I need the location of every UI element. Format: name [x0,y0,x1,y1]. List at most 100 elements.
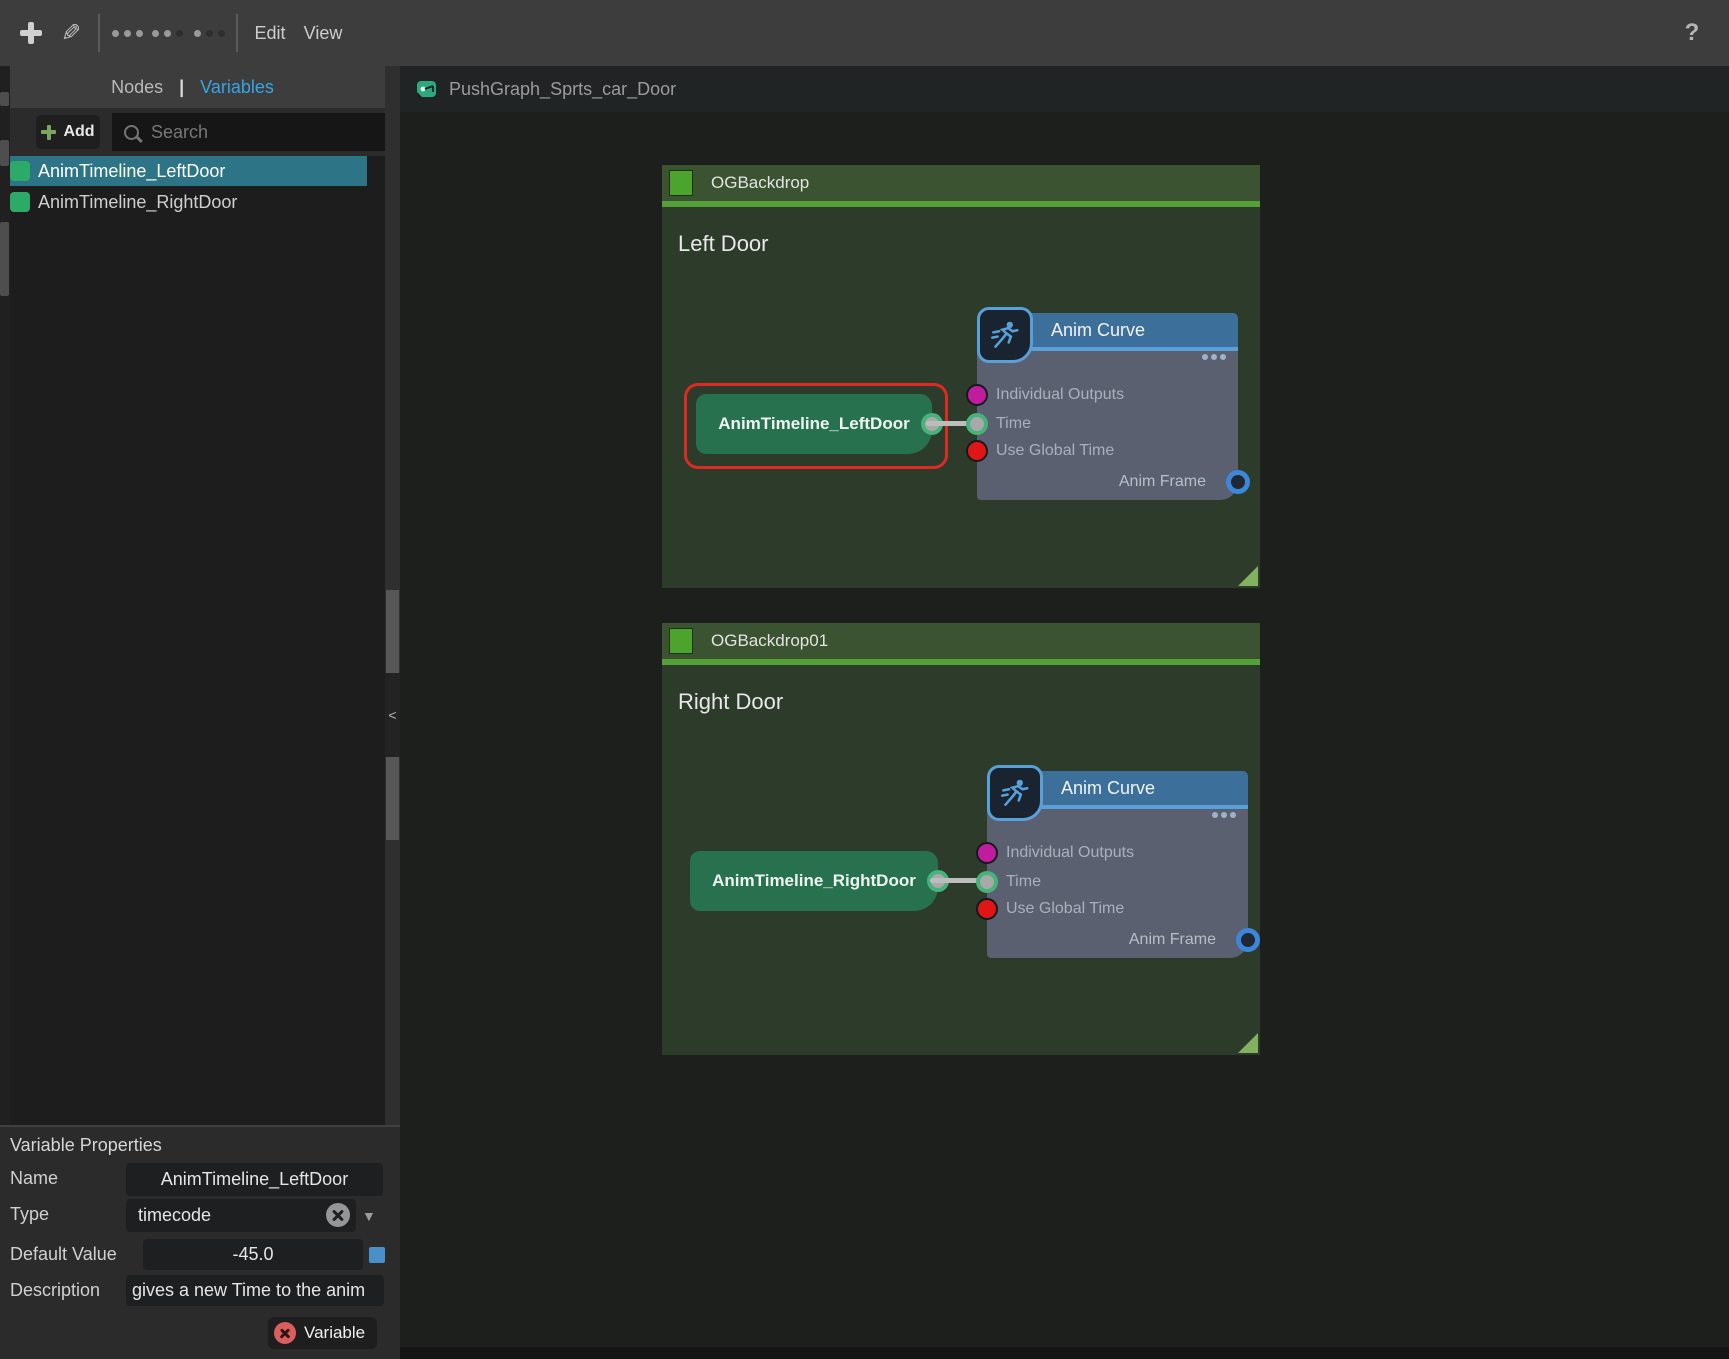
help-button[interactable]: ? [1675,0,1709,66]
tab-nodes[interactable]: Nodes [111,77,163,98]
name-field[interactable] [126,1163,383,1196]
backdrop-color-swatch [669,628,693,654]
node-title: AnimTimeline_RightDoor [712,871,916,891]
menu-view[interactable]: View [298,0,348,66]
delete-x-icon [274,1322,296,1344]
anim-frame-port[interactable] [1236,928,1260,952]
node-options-icon[interactable] [1212,812,1236,818]
graph-tab-bar: PushGraph_Sprts_car_Door [400,66,1729,112]
anim-curve-underline [1037,805,1248,809]
backdrop-header[interactable]: OGBackdrop01 [662,623,1260,659]
node-anim-curve-2[interactable]: Anim Curve Individual Outputs Time Use G… [987,765,1248,958]
toolbar-divider [236,14,238,52]
variable-chip-label: Variable [304,1323,365,1343]
add-variable-button[interactable]: Add [36,115,100,149]
menu-edit[interactable]: Edit [248,0,292,66]
type-label: Type [10,1204,49,1225]
add-button-label: Add [63,123,94,141]
clear-type-icon[interactable] [326,1203,350,1227]
port-row: Time [987,871,1248,893]
use-global-time-port[interactable] [966,440,988,462]
output-row: Anim Frame [977,470,1238,494]
variable-list-item[interactable]: AnimTimeline_RightDoor [8,187,367,217]
variables-list: AnimTimeline_LeftDoor AnimTimeline_Right… [0,156,385,218]
panel-collapse-button[interactable]: < [385,673,400,757]
splitter-thumb[interactable] [386,590,399,673]
default-value-color-chip[interactable] [369,1247,385,1263]
pencil-icon: ✎ [61,19,81,48]
default-value-label: Default Value [10,1244,117,1265]
tab-divider: | [179,77,184,98]
node-animtimeline-rightdoor[interactable]: AnimTimeline_RightDoor [690,851,938,911]
port-row: Use Global Time [987,898,1248,920]
individual-outputs-port[interactable] [976,842,998,864]
backdrop-title: OGBackdrop01 [711,631,828,651]
graph-tab-title[interactable]: PushGraph_Sprts_car_Door [449,79,676,100]
port-row: Individual Outputs [977,384,1238,406]
time-port[interactable] [976,871,998,893]
panel-tabs: Nodes | Variables [0,66,385,108]
node-title: AnimTimeline_LeftDoor [718,414,909,434]
node-animtimeline-leftdoor[interactable]: AnimTimeline_LeftDoor [696,394,932,454]
variables-search [112,113,385,151]
backdrop-label: Left Door [678,231,769,257]
new-button[interactable] [16,0,46,66]
backdrop-resize-handle[interactable] [1238,1033,1258,1053]
anim-curve-icon [987,765,1043,821]
anim-curve-underline [1027,347,1238,351]
options-menu-1[interactable] [110,0,144,66]
default-value-field[interactable] [143,1239,363,1270]
main-toolbar: ✎ Edit View ? [0,0,1729,66]
node-options-icon[interactable] [1202,354,1226,360]
plus-icon [41,125,56,140]
use-global-time-port[interactable] [976,898,998,920]
options-menu-3[interactable] [192,0,226,66]
description-label: Description [10,1280,100,1301]
time-port[interactable] [966,413,988,435]
help-icon: ? [1685,19,1700,47]
ellipsis-icon [194,30,225,37]
description-field[interactable] [126,1275,384,1306]
search-input[interactable] [149,121,353,144]
options-menu-2[interactable] [150,0,184,66]
variable-color-swatch [10,161,30,181]
type-field[interactable] [126,1199,356,1232]
anim-curve-header[interactable]: Anim Curve [1007,313,1238,347]
backdrop-label: Right Door [678,689,783,715]
backdrop-resize-handle[interactable] [1238,566,1258,586]
variable-list-item[interactable]: AnimTimeline_LeftDoor [8,156,367,186]
collapse-arrow-icon: < [388,707,396,723]
runner-icon [988,318,1022,352]
variables-actions-row: Add [0,108,385,156]
name-label: Name [10,1168,58,1189]
backdrop-header[interactable]: OGBackdrop [662,165,1260,201]
canvas-bottom-bar [400,1347,1729,1359]
tab-variables[interactable]: Variables [200,77,274,98]
backdrop-color-swatch [669,170,693,196]
anim-curve-header[interactable]: Anim Curve [1017,771,1248,805]
toolbar-divider [98,14,100,52]
port-row: Use Global Time [977,440,1238,462]
anim-curve-icon [977,307,1033,363]
anim-curve-title: Anim Curve [1061,778,1155,799]
graph-icon [415,77,439,101]
type-dropdown-arrow[interactable]: ▼ [362,1208,376,1224]
search-icon [124,125,139,140]
port-row: Time [977,413,1238,435]
port-row: Individual Outputs [987,842,1248,864]
splitter-thumb[interactable] [386,757,399,840]
plus-icon [20,22,42,44]
individual-outputs-port[interactable] [966,384,988,406]
edit-pencil-button[interactable]: ✎ [54,0,88,66]
variable-name: AnimTimeline_LeftDoor [38,161,225,182]
delete-variable-chip[interactable]: Variable [268,1317,377,1349]
anim-frame-port[interactable] [1226,470,1250,494]
anim-curve-title: Anim Curve [1051,320,1145,341]
graph-canvas[interactable]: PushGraph_Sprts_car_Door OGBackdrop Left… [400,66,1729,1359]
ellipsis-icon [112,30,143,37]
variable-color-swatch [10,192,30,212]
node-anim-curve-1[interactable]: Anim Curve Individual Outputs Time Use G… [977,307,1238,500]
ellipsis-icon [152,30,183,37]
variable-properties-panel: Variable Properties Name Type ▼ Default … [0,1125,400,1359]
properties-title: Variable Properties [10,1135,162,1156]
